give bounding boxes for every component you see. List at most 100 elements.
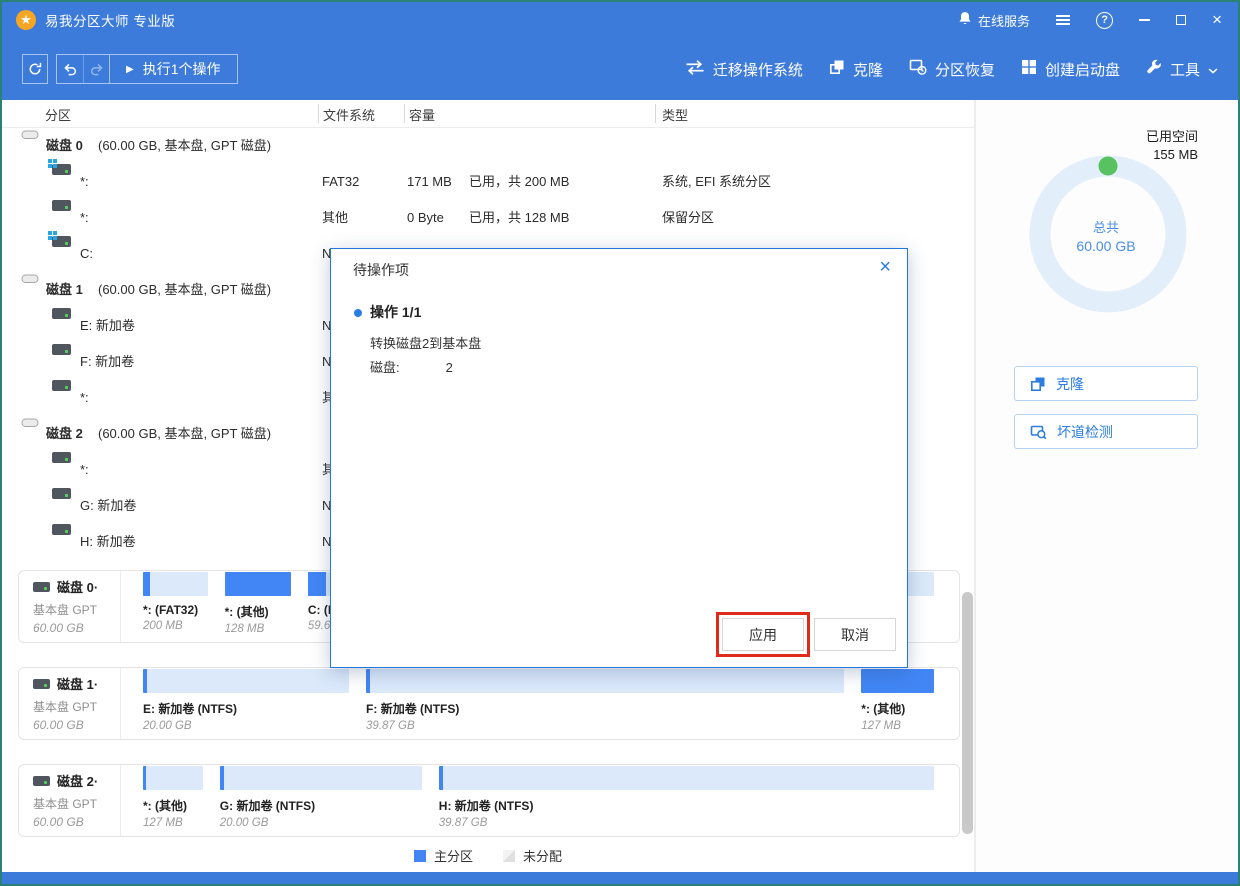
- legend-item: 主分区: [414, 846, 473, 865]
- chevron-down-icon: [1208, 61, 1218, 78]
- partition-bar: [220, 766, 422, 790]
- toolbar-action-0[interactable]: 迁移操作系统: [685, 59, 803, 80]
- disk-icon: [33, 776, 50, 786]
- col-partition: 分区: [45, 105, 71, 124]
- list-icon: [1056, 15, 1070, 17]
- disk-map-card[interactable]: 磁盘 2· 基本盘 GPT 60.00 GB *: (其他) 127 MB G:…: [18, 764, 960, 837]
- help-button[interactable]: ?: [1096, 12, 1113, 29]
- partition-icon: [52, 308, 71, 319]
- partition-bar: [366, 669, 844, 693]
- col-type: 类型: [662, 105, 688, 124]
- partition-icon: [52, 236, 71, 247]
- disk-icon: [33, 679, 50, 689]
- partition-bar-label: E: 新加卷 (NTFS): [143, 700, 349, 717]
- tree-row-partition[interactable]: *: FAT32 171 MB 已用，共 200 MB 系统, EFI 系统分区: [2, 164, 974, 200]
- disk-map-partition[interactable]: H: 新加卷 (NTFS) 39.87 GB: [439, 766, 934, 836]
- partition-bar-size: 39.87 GB: [366, 720, 844, 732]
- legend: 主分区 未分配: [2, 846, 974, 865]
- windows-badge-icon: [48, 231, 52, 235]
- toolbar-action-3[interactable]: 创建启动盘: [1021, 59, 1120, 80]
- dialog-close-icon[interactable]: ×: [879, 255, 891, 279]
- clone-button[interactable]: 克隆: [1014, 366, 1198, 401]
- disk-detail: (60.00 GB, 基本盘, GPT 磁盘): [98, 128, 271, 164]
- minimize-icon: [1139, 19, 1150, 21]
- close-button[interactable]: ×: [1212, 14, 1222, 26]
- partition-bar-size: 39.87 GB: [439, 817, 934, 829]
- partition-bar-label: G: 新加卷 (NTFS): [220, 797, 422, 814]
- toolbar-action-4[interactable]: 工具: [1146, 59, 1218, 80]
- disk-icon: [21, 416, 39, 429]
- cancel-button[interactable]: 取消: [814, 618, 896, 651]
- donut-center-label: 总共 60.00 GB: [976, 218, 1236, 256]
- toolbar-action-1[interactable]: 克隆: [829, 59, 883, 80]
- vertical-scrollbar[interactable]: [962, 592, 973, 834]
- partition-filesystem: 其他: [322, 200, 348, 236]
- operation-detail: 磁盘:2: [370, 357, 453, 376]
- partition-label: *:: [80, 452, 89, 488]
- partition-bar-label: H: 新加卷 (NTFS): [439, 797, 934, 814]
- partition-icon: [52, 524, 71, 535]
- partition-bar-label: *: (其他): [143, 797, 203, 814]
- partition-type: 保留分区: [662, 200, 714, 236]
- bad-sector-icon: [1030, 424, 1047, 440]
- disk-icon: [21, 128, 39, 141]
- partition-filesystem: FAT32: [322, 164, 359, 200]
- refresh-icon: [28, 62, 42, 76]
- disk-icon: [33, 582, 50, 592]
- redo-icon: [89, 63, 104, 76]
- partition-bar: [439, 766, 934, 790]
- partition-bar: [225, 572, 291, 596]
- partition-label: *:: [80, 164, 89, 200]
- partition-total: 已用，共 200 MB: [469, 164, 569, 200]
- tree-row-disk[interactable]: 磁盘 0 (60.00 GB, 基本盘, GPT 磁盘): [2, 128, 974, 164]
- disk-name: 磁盘 1: [46, 272, 83, 308]
- boot-disk-icon: [1021, 59, 1037, 79]
- partition-bar: [143, 766, 203, 790]
- partition-label: C:: [80, 236, 93, 272]
- disk-icon: [21, 272, 39, 285]
- toolbar-action-2[interactable]: 分区恢复: [909, 59, 995, 80]
- bottom-bar: [2, 872, 1238, 884]
- partition-icon: [52, 380, 71, 391]
- disk-map-partition[interactable]: F: 新加卷 (NTFS) 39.87 GB: [366, 669, 844, 739]
- migrate-os-icon: [685, 60, 705, 79]
- partition-icon: [52, 164, 71, 175]
- operation-bullet: [354, 309, 362, 317]
- undo-icon: [63, 63, 78, 76]
- tree-row-partition[interactable]: *: 其他 0 Byte 已用，共 128 MB 保留分区: [2, 200, 974, 236]
- bell-icon: [958, 11, 972, 29]
- partition-bar-size: 200 MB: [143, 620, 208, 632]
- execute-operations-button[interactable]: ▶ 执行1个操作: [109, 55, 237, 83]
- disk-detail: (60.00 GB, 基本盘, GPT 磁盘): [98, 272, 271, 308]
- partition-bar-size: 20.00 GB: [143, 720, 349, 732]
- disk-map-partition[interactable]: G: 新加卷 (NTFS) 20.00 GB: [220, 766, 422, 836]
- disk-map-partition[interactable]: *: (其他) 128 MB: [225, 572, 291, 642]
- partition-label: G: 新加卷: [80, 488, 136, 524]
- redo-button[interactable]: [83, 55, 109, 83]
- online-service-button[interactable]: 在线服务: [958, 11, 1030, 30]
- maximize-button[interactable]: [1176, 15, 1186, 25]
- bad-sector-test-button[interactable]: 坏道检测: [1014, 414, 1198, 449]
- disk-map-partition[interactable]: *: (FAT32) 200 MB: [143, 572, 208, 642]
- maximize-icon: [1176, 15, 1186, 25]
- disk-map-partition[interactable]: *: (其他) 127 MB: [143, 766, 203, 836]
- operation-list-button[interactable]: [1056, 15, 1070, 25]
- partition-recovery-icon: [909, 59, 927, 79]
- partition-icon: [52, 488, 71, 499]
- disk-name: 磁盘 2: [46, 416, 83, 452]
- col-capacity: 容量: [409, 105, 435, 124]
- legend-swatch: [503, 850, 515, 862]
- minimize-button[interactable]: [1139, 19, 1150, 21]
- disk-map-partition[interactable]: E: 新加卷 (NTFS) 20.00 GB: [143, 669, 349, 739]
- disk-map-partition[interactable]: *: (其他) 127 MB: [861, 669, 934, 739]
- disk-detail: (60.00 GB, 基本盘, GPT 磁盘): [98, 416, 271, 452]
- disk-map-info: 磁盘 1· 基本盘 GPT 60.00 GB: [19, 668, 121, 739]
- right-panel: 已用空间 155 MB 总共 60.00 GB 克隆 坏道检测: [974, 100, 1238, 872]
- partition-label: E: 新加卷: [80, 308, 135, 344]
- windows-badge-icon: [48, 159, 52, 163]
- disk-map-card[interactable]: 磁盘 1· 基本盘 GPT 60.00 GB E: 新加卷 (NTFS) 20.…: [18, 667, 960, 740]
- refresh-button[interactable]: [22, 54, 48, 84]
- undo-button[interactable]: [57, 55, 83, 83]
- apply-button[interactable]: 应用: [722, 618, 804, 651]
- disk-map-info: 磁盘 2· 基本盘 GPT 60.00 GB: [19, 765, 121, 836]
